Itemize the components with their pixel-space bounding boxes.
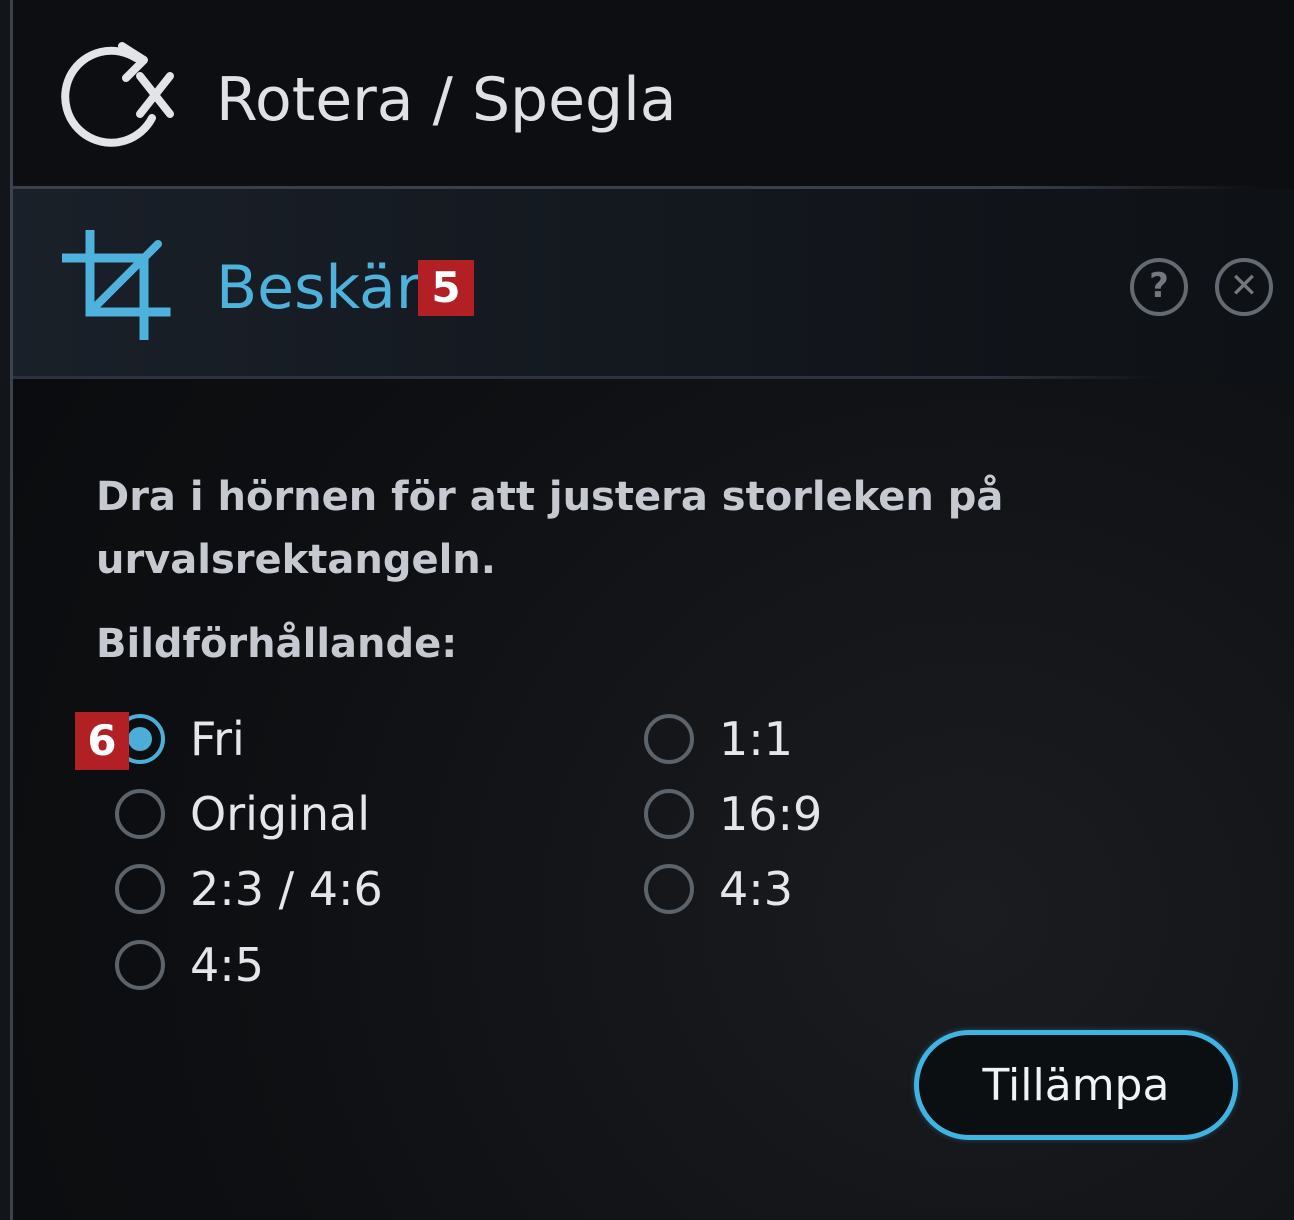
ratio-option-label: 4:5 xyxy=(190,938,265,992)
crop-instructions: Dra i hörnen för att justera storleken p… xyxy=(96,474,1004,583)
close-icon[interactable]: ✕ xyxy=(1215,258,1273,316)
radio-button[interactable] xyxy=(115,940,165,990)
radio-button[interactable] xyxy=(115,789,165,839)
ratio-option-label: Fri xyxy=(190,712,245,766)
radio-button[interactable] xyxy=(644,789,694,839)
rotate-icon xyxy=(61,42,174,147)
ratio-option-original[interactable]: Original xyxy=(115,784,370,844)
ratio-option-4-3[interactable]: 4:3 xyxy=(644,859,793,919)
rotate-section-label: Rotera / Spegla xyxy=(216,65,677,135)
ratio-option-fri[interactable]: Fri xyxy=(115,709,245,769)
radio-button[interactable] xyxy=(115,864,165,914)
section-divider xyxy=(13,376,1163,379)
annotation-badge-5: 5 xyxy=(418,260,474,316)
ratio-option-2-3[interactable]: 2:3 / 4:6 xyxy=(115,859,383,919)
crop-section-header[interactable] xyxy=(13,189,1294,377)
ratio-option-4-5[interactable]: 4:5 xyxy=(115,935,264,995)
apply-button[interactable]: Tillämpa xyxy=(914,1030,1238,1140)
ratio-option-1-1[interactable]: 1:1 xyxy=(644,709,793,769)
radio-button[interactable] xyxy=(644,714,694,764)
radio-button[interactable] xyxy=(644,864,694,914)
ratio-option-label: 1:1 xyxy=(719,712,794,766)
annotation-badge-6: 6 xyxy=(75,712,129,770)
crop-icon xyxy=(62,230,171,340)
left-border xyxy=(0,0,13,1220)
edit-panel: Rotera / Spegla Beskär 5 ? ✕ Dra i hörne… xyxy=(0,0,1294,1220)
ratio-option-label: Original xyxy=(190,787,371,841)
ratio-option-16-9[interactable]: 16:9 xyxy=(644,784,822,844)
aspect-ratio-label: Bildförhållande: xyxy=(96,621,458,667)
crop-section-label: Beskär xyxy=(216,253,421,323)
ratio-option-label: 4:3 xyxy=(719,862,794,916)
ratio-option-label: 16:9 xyxy=(719,787,823,841)
help-icon[interactable]: ? xyxy=(1130,258,1188,316)
ratio-option-label: 2:3 / 4:6 xyxy=(190,862,383,916)
